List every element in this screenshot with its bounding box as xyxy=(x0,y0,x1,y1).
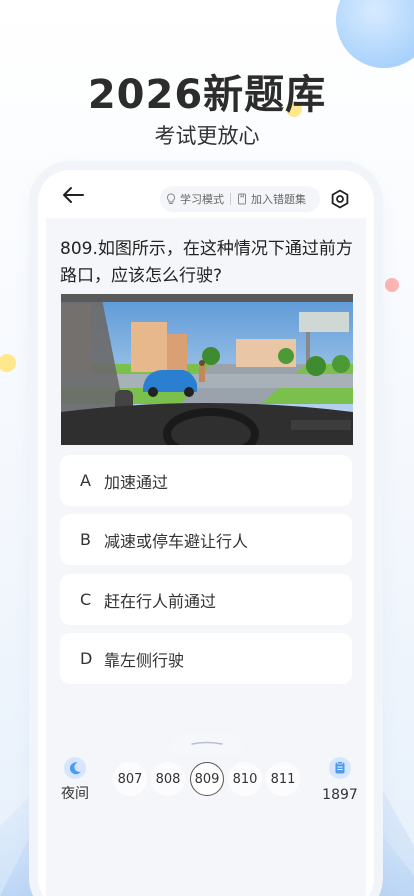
question-number[interactable]: 807 xyxy=(113,762,147,796)
option-c[interactable]: C 赶在行人前通过 xyxy=(60,574,352,625)
decor-dot xyxy=(385,278,399,292)
chevron-up-icon xyxy=(191,741,223,745)
decor-dot xyxy=(0,354,16,372)
option-text: 减速或停车避让行人 xyxy=(104,531,249,551)
decor-circle xyxy=(336,0,414,68)
question-image xyxy=(61,294,353,445)
total-count: 1897 xyxy=(322,787,358,803)
add-wrong-button[interactable]: 加入错题集 xyxy=(231,186,312,212)
mode-pill: 学习模式 加入错题集 xyxy=(160,186,320,212)
question-number-current[interactable]: 809 xyxy=(190,762,224,796)
arrow-left-icon[interactable] xyxy=(62,186,84,204)
question-text: 809.如图所示，在这种情况下通过前方路口，应该怎么行驶? xyxy=(60,239,353,286)
hero-subtitle: 考试更放心 xyxy=(154,124,260,148)
study-mode-button[interactable]: 学习模式 xyxy=(160,186,230,212)
hero-title: 2026新题库 xyxy=(87,72,327,118)
question-number[interactable]: 808 xyxy=(151,762,185,796)
option-letter: A xyxy=(80,471,91,490)
clipboard-icon xyxy=(329,757,351,779)
moon-icon xyxy=(64,757,86,779)
option-text: 赶在行人前通过 xyxy=(104,591,217,611)
option-letter: B xyxy=(80,530,91,549)
top-bar: 学习模式 加入错题集 xyxy=(38,170,374,218)
option-text: 加速通过 xyxy=(104,472,169,492)
study-mode-label: 学习模式 xyxy=(180,193,224,206)
option-b[interactable]: B 减速或停车避让行人 xyxy=(60,514,352,565)
option-d[interactable]: D 靠左侧行驶 xyxy=(60,633,352,684)
bookmark-icon xyxy=(238,193,246,205)
night-mode-button[interactable]: 夜间 xyxy=(55,757,95,803)
add-wrong-label: 加入错题集 xyxy=(251,193,306,206)
bulb-icon xyxy=(166,193,176,204)
option-text: 靠左侧行驶 xyxy=(104,650,185,670)
option-a[interactable]: A 加速通过 xyxy=(60,455,352,506)
question-number[interactable]: 810 xyxy=(228,762,262,796)
option-letter: C xyxy=(80,590,92,609)
question-list-button[interactable]: 1897 xyxy=(318,757,362,803)
question-number[interactable]: 811 xyxy=(266,762,300,796)
night-label: 夜间 xyxy=(61,786,89,802)
option-letter: D xyxy=(80,649,93,668)
gear-icon[interactable] xyxy=(330,189,350,209)
